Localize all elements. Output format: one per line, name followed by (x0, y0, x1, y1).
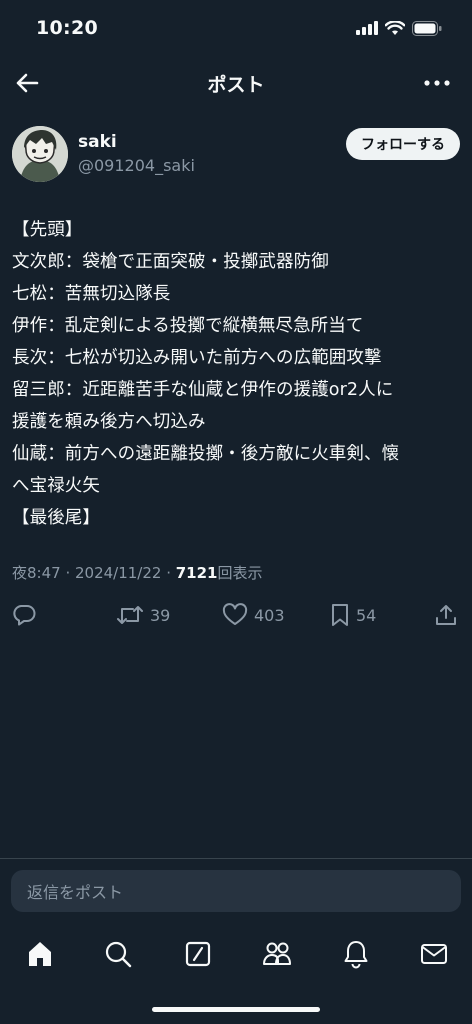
bottom-tab-bar (0, 930, 472, 980)
reply-placeholder: 返信をポスト (27, 883, 124, 902)
bookmark-icon (332, 604, 348, 626)
tab-search[interactable] (100, 936, 136, 972)
tab-grok[interactable] (180, 936, 216, 972)
messages-icon (421, 944, 447, 964)
nav-bar: ポスト (0, 56, 472, 110)
post-author: saki @091204_saki フォローする (12, 126, 460, 186)
like-button[interactable]: 403 (222, 598, 285, 632)
post-timestamp: 夜8:47 · 2024/11/22 · (12, 564, 176, 582)
status-time: 10:20 (36, 17, 98, 39)
views-count[interactable]: 7121 (176, 564, 218, 582)
retweet-count: 39 (150, 605, 171, 625)
reply-input[interactable]: 返信をポスト (11, 870, 461, 912)
post-meta: 夜8:47 · 2024/11/22 · 7121回表示 (12, 562, 263, 583)
post-actions: 39 403 54 (12, 598, 462, 632)
share-button[interactable] (434, 598, 458, 632)
home-icon (29, 942, 51, 966)
heart-icon (222, 603, 248, 625)
signal-icon (356, 21, 378, 35)
search-icon (105, 941, 132, 968)
notifications-icon (344, 941, 368, 969)
share-icon (436, 605, 456, 625)
user-handle[interactable]: @091204_saki (78, 156, 195, 175)
post-text: 【先頭】 文次郎：袋槍で正面突破・投擲武器防御 七松：苦無切込隊長 伊作：乱定剣… (12, 220, 400, 528)
bookmark-button[interactable]: 54 (330, 598, 376, 632)
wifi-icon (385, 20, 405, 35)
avatar[interactable] (12, 126, 68, 182)
page-title: ポスト (207, 73, 265, 96)
like-count: 403 (254, 605, 285, 625)
home-indicator (152, 1007, 320, 1012)
reply-button[interactable] (12, 598, 36, 632)
follow-button[interactable]: フォローする (346, 128, 460, 160)
status-icons (356, 20, 442, 36)
retweet-button[interactable]: 39 (116, 598, 170, 632)
tab-communities[interactable] (259, 936, 295, 972)
status-bar: 10:20 (0, 0, 472, 56)
divider (0, 858, 472, 859)
grok-icon (185, 941, 211, 967)
back-arrow-icon[interactable] (12, 68, 42, 98)
views-label: 回表示 (217, 564, 263, 582)
battery-icon (412, 20, 442, 36)
reply-icon (13, 605, 36, 626)
retweet-icon (117, 606, 143, 624)
tab-messages[interactable] (416, 936, 452, 972)
tab-notifications[interactable] (338, 936, 374, 972)
tab-home[interactable] (22, 936, 58, 972)
communities-icon (263, 942, 291, 965)
more-icon[interactable] (422, 70, 452, 96)
display-name[interactable]: saki (78, 132, 117, 152)
bookmark-count: 54 (356, 605, 377, 625)
